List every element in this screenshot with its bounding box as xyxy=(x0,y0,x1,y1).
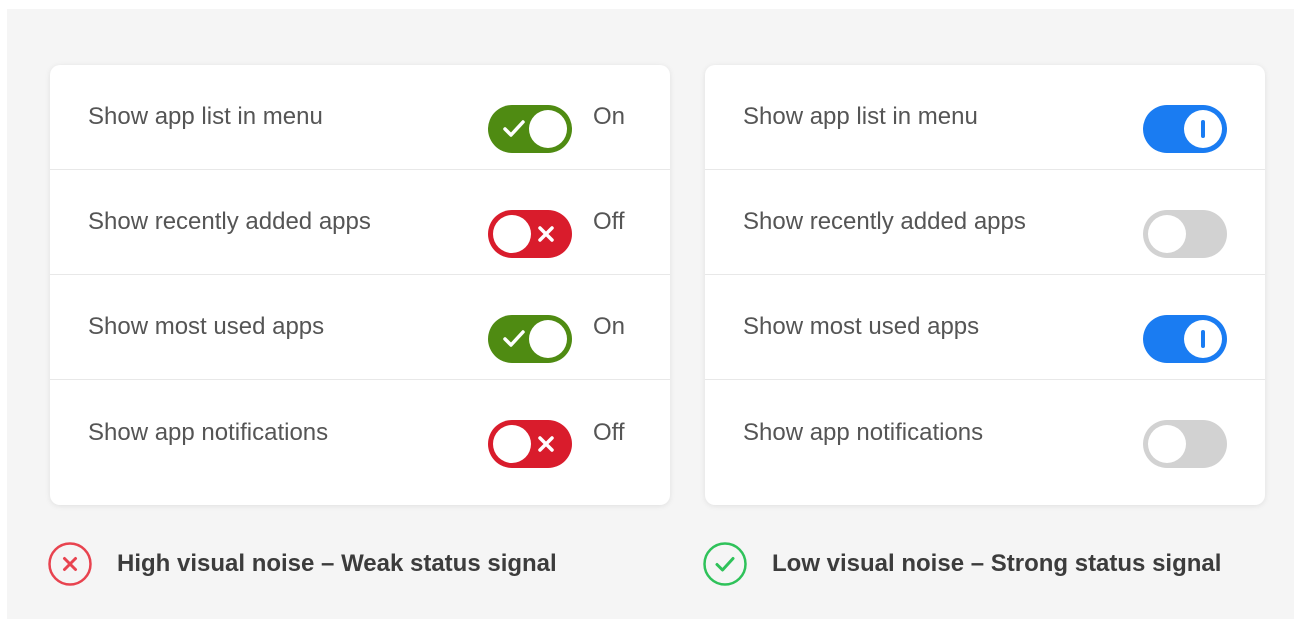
setting-label: Show app list in menu xyxy=(743,103,978,130)
toggle-state-text: On xyxy=(593,313,626,340)
notifications-toggle[interactable] xyxy=(1143,420,1227,468)
toggle-knob xyxy=(529,110,567,148)
setting-row-most-used: Show most used apps On xyxy=(50,275,670,380)
setting-label: Show recently added apps xyxy=(743,208,1026,235)
setting-label: Show app list in menu xyxy=(88,103,323,130)
x-icon xyxy=(538,436,554,452)
setting-row-app-list: Show app list in menu On xyxy=(50,65,670,170)
toggle-state-text: Off xyxy=(593,208,625,235)
setting-row-notifications: Show app notifications Off xyxy=(50,380,670,485)
toggle-knob xyxy=(1148,215,1186,253)
noisy-settings-card: Show app list in menu On Show recently a… xyxy=(50,65,670,505)
check-circle-icon xyxy=(703,542,747,586)
check-icon xyxy=(503,330,525,347)
setting-label: Show app notifications xyxy=(743,418,984,446)
check-icon xyxy=(503,120,525,137)
clean-settings-card: Show app list in menu Show recently adde… xyxy=(705,65,1265,505)
recent-apps-toggle[interactable] xyxy=(1143,210,1227,258)
setting-label: Show recently added apps xyxy=(88,208,371,235)
comparison-frame: Show app list in menu On Show recently a… xyxy=(7,9,1294,619)
caption-text: High visual noise – Weak status signal xyxy=(117,550,557,577)
bar-icon xyxy=(1201,330,1205,348)
app-list-toggle[interactable] xyxy=(1143,105,1227,153)
app-list-toggle[interactable] xyxy=(488,105,572,153)
most-used-toggle[interactable] xyxy=(488,315,572,363)
most-used-toggle[interactable] xyxy=(1143,315,1227,363)
toggle-knob xyxy=(493,215,531,253)
toggle-knob xyxy=(1184,320,1222,358)
x-icon xyxy=(538,226,554,242)
setting-row-most-used: Show most used apps xyxy=(705,275,1265,380)
toggle-state-text: Off xyxy=(593,418,625,446)
bad-example-caption: High visual noise – Weak status signal xyxy=(47,541,557,587)
setting-row-recent-apps: Show recently added apps xyxy=(705,170,1265,275)
recent-apps-toggle[interactable] xyxy=(488,210,572,258)
notifications-toggle[interactable] xyxy=(488,420,572,468)
setting-row-app-list: Show app list in menu xyxy=(705,65,1265,170)
toggle-knob xyxy=(1148,425,1186,463)
setting-label: Show most used apps xyxy=(743,313,980,340)
setting-label: Show most used apps xyxy=(88,313,325,340)
toggle-knob xyxy=(529,320,567,358)
setting-row-recent-apps: Show recently added apps Off xyxy=(50,170,670,275)
setting-label: Show app notifications xyxy=(88,418,329,446)
caption-text: Low visual noise – Strong status signal xyxy=(772,550,1222,577)
bar-icon xyxy=(1201,120,1205,138)
toggle-knob xyxy=(493,425,531,463)
setting-row-notifications: Show app notifications xyxy=(705,380,1265,485)
x-circle-icon xyxy=(48,542,92,586)
toggle-knob xyxy=(1184,110,1222,148)
good-example-caption: Low visual noise – Strong status signal xyxy=(702,541,1221,587)
toggle-state-text: On xyxy=(593,103,626,130)
